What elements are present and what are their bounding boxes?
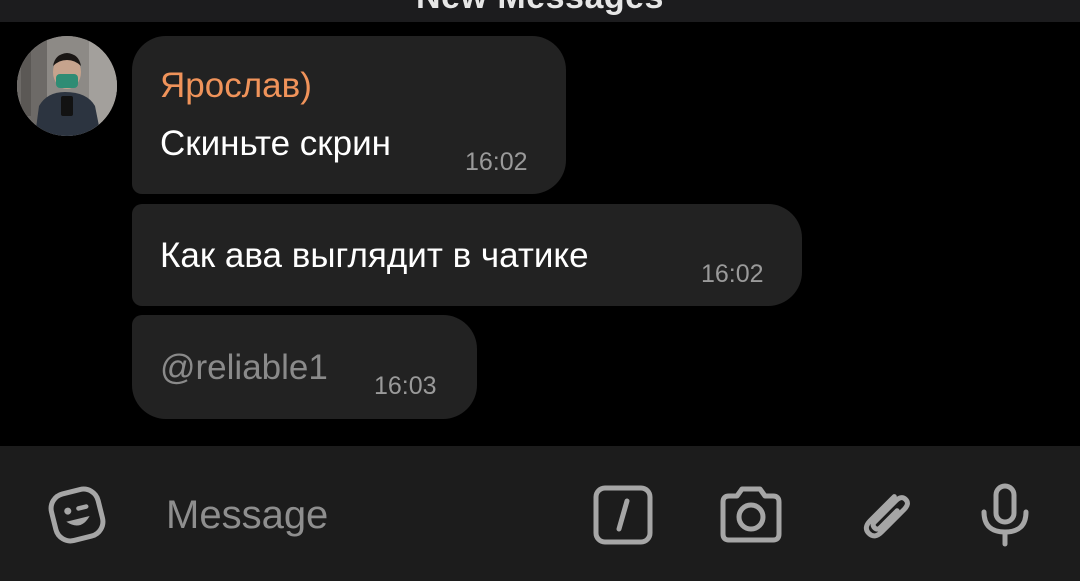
sender-name[interactable]: Ярослав) (160, 66, 312, 106)
unread-banner-label: New Messages (0, 0, 1080, 17)
message-text: Как ава выглядит в чатике (160, 236, 589, 275)
message-bubble[interactable]: @reliable1 16:03 (132, 315, 477, 419)
message-time: 16:03 (374, 372, 437, 400)
camera-button[interactable] (718, 482, 784, 548)
avatar-photo (17, 36, 117, 136)
mention-text[interactable]: @reliable1 (160, 348, 328, 388)
attach-button[interactable] (850, 482, 916, 548)
microphone-icon (981, 483, 1029, 547)
attach-icon (863, 494, 910, 539)
voice-message-button[interactable] (972, 482, 1038, 548)
message-text: Скиньте скрин (160, 124, 391, 163)
camera-icon (720, 486, 782, 543)
avatar[interactable] (17, 36, 117, 136)
commands-button[interactable] (590, 482, 656, 548)
message-bubble[interactable]: Ярослав) Скиньте скрин 16:02 (132, 36, 566, 194)
emoji-button[interactable] (44, 482, 110, 548)
emoji-icon (48, 486, 106, 544)
commands-icon (593, 485, 653, 545)
message-time: 16:02 (701, 260, 764, 288)
message-input[interactable] (166, 490, 546, 540)
message-time: 16:02 (465, 148, 528, 176)
message-composer (0, 446, 1080, 581)
unread-messages-banner: New Messages (0, 0, 1080, 22)
message-bubble[interactable]: Как ава выглядит в чатике 16:02 (132, 204, 802, 306)
